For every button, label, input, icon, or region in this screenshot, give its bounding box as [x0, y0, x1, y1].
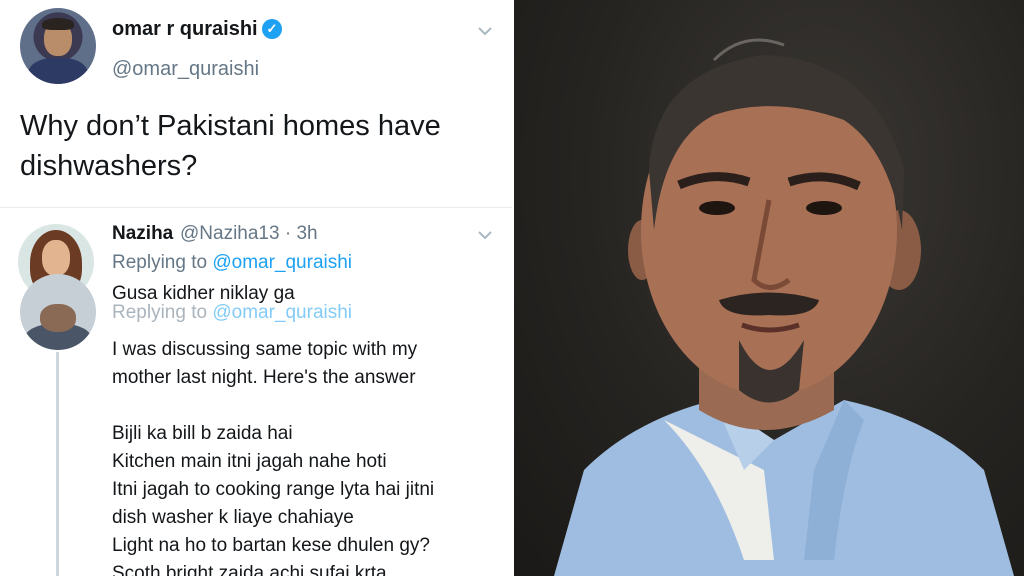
replying-to: Replying to @omar_quraishi	[112, 252, 353, 273]
text-line: Light na ho to bartan kese dhulen gy?	[112, 535, 430, 556]
text-line: Bijli ka bill b zaida hai	[112, 423, 293, 444]
text-line: dish washer k liaye chahiaye	[112, 507, 354, 528]
portrait-photo	[514, 0, 1024, 576]
replying-to: Replying to @omar_quraishi	[112, 302, 353, 323]
text-line: Itni jagah to cooking range lyta hai jit…	[112, 479, 435, 500]
tweet-text: Why don’t Pakistani homes have dishwashe…	[20, 110, 441, 182]
text-line: Scoth bright zaida achi sufai krta	[112, 563, 387, 576]
avatar[interactable]	[20, 8, 96, 84]
reply-text: I was discussing same topic with my moth…	[112, 336, 502, 576]
chevron-down-icon[interactable]	[478, 228, 492, 242]
text-line: Kitchen main itni jagah nahe hoti	[112, 451, 387, 472]
reply-author-name[interactable]: Naziha	[112, 223, 173, 245]
main-tweet: omar r quraishi ✓ @omar_quraishi Why don…	[0, 0, 512, 205]
replying-to-link[interactable]: @omar_quraishi	[212, 252, 352, 273]
author-name[interactable]: omar r quraishi	[112, 18, 258, 41]
replying-to-link[interactable]: @omar_quraishi	[212, 302, 352, 323]
author-handle[interactable]: @omar_quraishi	[112, 58, 259, 81]
reply-author-handle-time: @Naziha13 · 3h	[180, 223, 318, 244]
reply-tweet-2: Replying to @omar_quraishi I was discuss…	[0, 274, 512, 576]
verified-badge-icon: ✓	[262, 19, 282, 39]
portrait-illustration	[554, 38, 1014, 576]
text-line: mother last night. Here's the answer	[112, 367, 416, 388]
chevron-down-icon[interactable]	[478, 24, 492, 38]
thread-line	[56, 352, 59, 576]
avatar[interactable]	[20, 274, 96, 350]
tweet-screenshot-panel: omar r quraishi ✓ @omar_quraishi Why don…	[0, 0, 512, 576]
text-line: I was discussing same topic with my	[112, 339, 418, 360]
text-line	[112, 392, 502, 420]
